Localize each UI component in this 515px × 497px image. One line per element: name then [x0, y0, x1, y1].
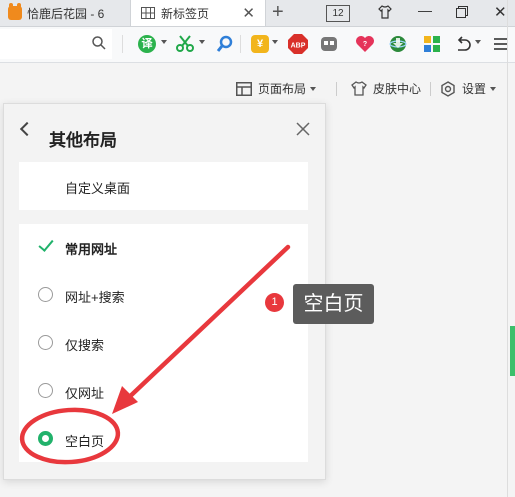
- new-tab-plus-icon[interactable]: +: [272, 1, 284, 24]
- heart-icon[interactable]: ?: [355, 35, 375, 53]
- page-layout-label: 页面布局: [258, 82, 307, 96]
- undo-dropdown-icon[interactable]: [475, 40, 481, 44]
- tab-site[interactable]: 恰鹿后花园 - 6: [0, 0, 128, 26]
- chevron-down-icon: [310, 86, 317, 91]
- skin-center-button[interactable]: 皮肤中心: [351, 80, 421, 97]
- translate-icon[interactable]: 译: [138, 35, 156, 53]
- scissors-icon[interactable]: [176, 35, 194, 53]
- magnifier-icon[interactable]: [216, 35, 234, 53]
- address-bar[interactable]: [0, 29, 112, 59]
- layout-icon: [236, 81, 252, 96]
- option-label: 常用网址: [65, 242, 118, 257]
- checkmark-icon: [38, 236, 54, 252]
- close-icon[interactable]: [296, 122, 310, 136]
- step-marker: 1: [265, 293, 284, 312]
- option-url-only[interactable]: 仅网址: [19, 372, 308, 410]
- chevron-down-icon: [490, 86, 497, 91]
- search-icon[interactable]: [92, 36, 106, 50]
- option-label: 空白页: [65, 434, 105, 449]
- gear-icon: [441, 80, 455, 97]
- shirt-icon[interactable]: [377, 4, 393, 20]
- minimize-icon[interactable]: —: [418, 2, 432, 18]
- grid-icon: [141, 7, 155, 19]
- toolbar: 译 ¥ ABP ?: [0, 27, 515, 63]
- close-tab-icon[interactable]: ✕: [242, 4, 255, 22]
- page-edge-divider: [507, 0, 508, 497]
- adblock-icon[interactable]: ABP: [288, 34, 308, 54]
- game-icon[interactable]: [320, 35, 338, 53]
- option-label: 仅搜索: [65, 338, 105, 353]
- scissors-dropdown-icon[interactable]: [199, 40, 205, 44]
- panel-header: 其他布局: [4, 104, 325, 154]
- tab-site-label: 恰鹿后花园 - 6: [27, 6, 105, 21]
- tab-new-tab[interactable]: 新标签页 ✕: [130, 0, 266, 26]
- settings-button[interactable]: 设置: [440, 80, 497, 97]
- layout-options-card: 常用网址 网址+搜索 仅搜索 仅网址 空白页: [19, 224, 308, 462]
- svg-text:?: ?: [363, 41, 367, 48]
- option-url-search[interactable]: 网址+搜索: [19, 276, 308, 314]
- other-layout-panel: 其他布局 自定义桌面 常用网址 网址+搜索 仅搜索 仅网址 空白页: [3, 103, 326, 480]
- tab-new-tab-label: 新标签页: [161, 6, 210, 21]
- panel-title: 其他布局: [49, 131, 117, 150]
- radio-button-selected[interactable]: [38, 431, 53, 446]
- shirt-icon: [351, 81, 367, 96]
- close-window-icon[interactable]: ✕: [494, 3, 507, 21]
- custom-desktop-label: 自定义桌面: [65, 181, 131, 196]
- back-arrow-icon[interactable]: [19, 121, 35, 137]
- option-common-urls[interactable]: 常用网址: [19, 228, 308, 266]
- side-green-tab[interactable]: [510, 326, 515, 376]
- undo-icon[interactable]: [454, 36, 472, 52]
- svg-text:ABP: ABP: [291, 43, 306, 50]
- skin-center-label: 皮肤中心: [373, 82, 422, 96]
- apps-grid-icon[interactable]: [423, 35, 441, 53]
- annotation-tooltip: 空白页: [293, 284, 374, 324]
- custom-desktop-card[interactable]: 自定义桌面: [19, 162, 308, 210]
- restore-icon[interactable]: [456, 6, 468, 18]
- option-search-only[interactable]: 仅搜索: [19, 324, 308, 362]
- translate-dropdown-icon[interactable]: [161, 40, 167, 44]
- globe-download-icon[interactable]: [388, 34, 408, 54]
- option-label: 仅网址: [65, 386, 105, 401]
- radio-button[interactable]: [38, 383, 53, 398]
- radio-button[interactable]: [38, 287, 53, 302]
- coupon-icon[interactable]: ¥: [251, 35, 269, 53]
- page-layout-button[interactable]: 页面布局: [236, 80, 317, 97]
- deer-favicon-icon: [8, 3, 22, 20]
- coupon-dropdown-icon[interactable]: [272, 40, 278, 44]
- tab-strip: 恰鹿后花园 - 6 新标签页 ✕ + 12 — ✕: [0, 0, 515, 27]
- option-label: 网址+搜索: [65, 290, 125, 305]
- settings-label: 设置: [462, 82, 487, 96]
- radio-button[interactable]: [38, 335, 53, 350]
- tab-count-badge[interactable]: 12: [326, 5, 350, 22]
- option-blank-page[interactable]: 空白页: [19, 420, 308, 458]
